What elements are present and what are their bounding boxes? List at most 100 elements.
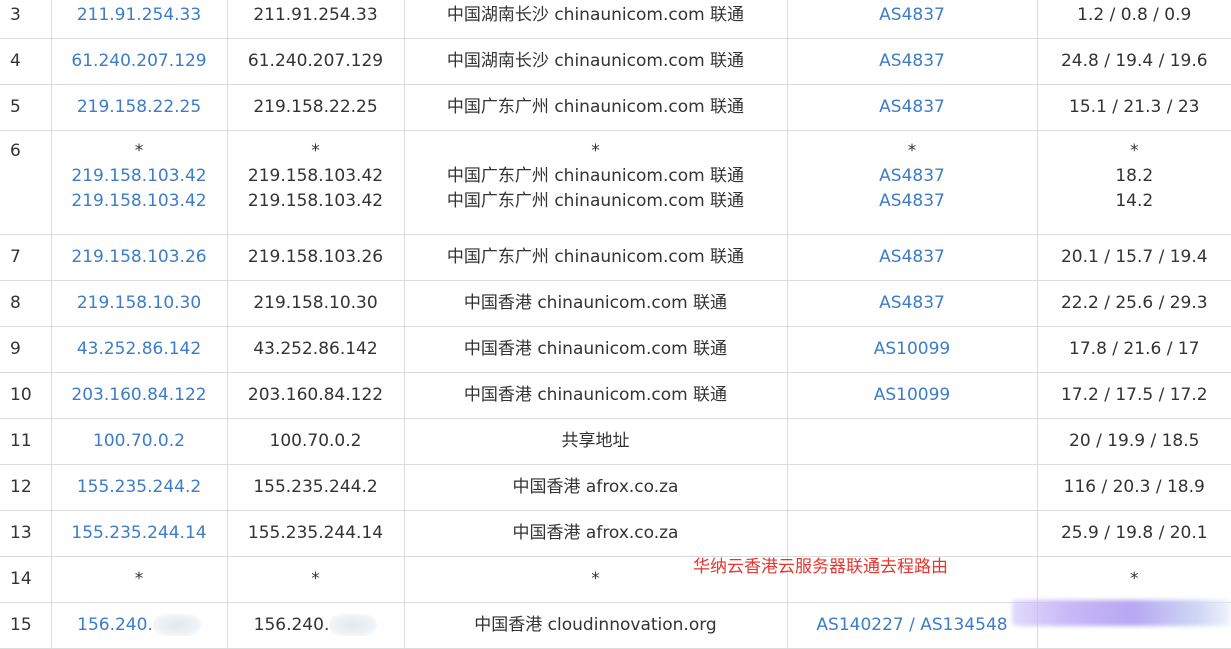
latency-cell: 22.2 / 25.6 / 29.3 <box>1037 281 1231 327</box>
asn-link[interactable]: AS4837 <box>788 164 1037 189</box>
table-row: 12 155.235.244.2 155.235.244.2 中国香港 afro… <box>0 465 1231 511</box>
asn-link[interactable]: AS4837 <box>788 49 1037 74</box>
hop-number: 12 <box>0 465 51 511</box>
hostname: 43.252.86.142 <box>228 337 404 362</box>
latency-cell: * <box>1037 557 1231 603</box>
location-text: 中国广东广州 chinaunicom.com 联通 <box>405 245 787 270</box>
asn-link[interactable]: AS10099 <box>788 383 1037 408</box>
latency-cell: * 18.2 14.2 <box>1037 131 1231 235</box>
ip-cell: 156.240. <box>51 603 227 649</box>
location-cell: 中国香港 afrox.co.za <box>404 511 787 557</box>
location-cell: 中国香港 afrox.co.za <box>404 465 787 511</box>
location-cell: 中国湖南长沙 chinaunicom.com 联通 <box>404 39 787 85</box>
location-cell: 中国香港 cloudinnovation.org <box>404 603 787 649</box>
ip-cell: 100.70.0.2 <box>51 419 227 465</box>
latency-text: 20.1 / 15.7 / 19.4 <box>1038 245 1231 270</box>
redaction-strip <box>1012 600 1231 626</box>
table-row: 5 219.158.22.25 219.158.22.25 中国广东广州 chi… <box>0 85 1231 131</box>
ip-link[interactable]: 155.235.244.2 <box>52 475 227 500</box>
location-text: 中国香港 cloudinnovation.org <box>405 613 787 638</box>
latency-text: 25.9 / 19.8 / 20.1 <box>1038 521 1231 546</box>
asn-link[interactable]: AS10099 <box>788 337 1037 362</box>
ip-timeout: * <box>52 567 227 592</box>
asn-cell <box>787 419 1037 465</box>
latency-text: 24.8 / 19.4 / 19.6 <box>1038 49 1231 74</box>
asn-cell: * AS4837 AS4837 <box>787 131 1037 235</box>
latency-cell: 20.1 / 15.7 / 19.4 <box>1037 235 1231 281</box>
asn-link[interactable]: AS4837 <box>788 245 1037 270</box>
hostname: 100.70.0.2 <box>228 429 404 454</box>
ip-link[interactable]: 219.158.103.42 <box>52 164 227 189</box>
ip-link[interactable]: 219.158.103.42 <box>52 189 227 214</box>
asn-link[interactable]: AS4837 <box>788 3 1037 28</box>
location-text: 中国广东广州 chinaunicom.com 联通 <box>405 164 787 189</box>
latency-text: 116 / 20.3 / 18.9 <box>1038 475 1231 500</box>
asn-cell: AS4837 <box>787 39 1037 85</box>
asn-link[interactable]: AS140227 / AS134548 <box>788 613 1037 638</box>
asn-cell: AS10099 <box>787 373 1037 419</box>
ip-cell: 219.158.22.25 <box>51 85 227 131</box>
hostname: 61.240.207.129 <box>228 49 404 74</box>
location-cell: 中国广东广州 chinaunicom.com 联通 <box>404 85 787 131</box>
traceroute-table: 3 211.91.254.33 211.91.254.33 中国湖南长沙 chi… <box>0 0 1231 649</box>
location-text: 中国香港 chinaunicom.com 联通 <box>405 383 787 408</box>
host-cell: 155.235.244.14 <box>227 511 404 557</box>
location-text: 中国香港 afrox.co.za <box>405 521 787 546</box>
ip-link[interactable]: 219.158.10.30 <box>52 291 227 316</box>
ip-link[interactable]: 211.91.254.33 <box>52 3 227 28</box>
asn-link[interactable]: AS4837 <box>788 189 1037 214</box>
table-row: 8 219.158.10.30 219.158.10.30 中国香港 china… <box>0 281 1231 327</box>
ip-link[interactable]: 156.240. <box>77 615 153 635</box>
host-cell: * 219.158.103.42 219.158.103.42 <box>227 131 404 235</box>
ip-cell: 203.160.84.122 <box>51 373 227 419</box>
table-row: 9 43.252.86.142 43.252.86.142 中国香港 china… <box>0 327 1231 373</box>
ip-cell: 211.91.254.33 <box>51 0 227 39</box>
hostname: 219.158.22.25 <box>228 95 404 120</box>
latency-text: 20 / 19.9 / 18.5 <box>1038 429 1231 454</box>
ip-link[interactable]: 61.240.207.129 <box>52 49 227 74</box>
host-cell: 100.70.0.2 <box>227 419 404 465</box>
hostname: 219.158.103.26 <box>228 245 404 270</box>
host-cell: 211.91.254.33 <box>227 0 404 39</box>
latency-cell: 25.9 / 19.8 / 20.1 <box>1037 511 1231 557</box>
location-cell: 中国香港 chinaunicom.com 联通 <box>404 281 787 327</box>
hostname: 155.235.244.14 <box>228 521 404 546</box>
ip-cell: 155.235.244.14 <box>51 511 227 557</box>
host-cell: 155.235.244.2 <box>227 465 404 511</box>
hop-number: 5 <box>0 85 51 131</box>
ip-link[interactable]: 219.158.22.25 <box>52 95 227 120</box>
ip-cell: * 219.158.103.42 219.158.103.42 <box>51 131 227 235</box>
hostname: 219.158.103.42 <box>228 189 404 214</box>
latency-text: * <box>1038 567 1231 592</box>
traceroute-body: 3 211.91.254.33 211.91.254.33 中国湖南长沙 chi… <box>0 0 1231 649</box>
latency-cell: 1.2 / 0.8 / 0.9 <box>1037 0 1231 39</box>
hostname: 211.91.254.33 <box>228 3 404 28</box>
table-row: 11 100.70.0.2 100.70.0.2 共享地址 20 / 19.9 … <box>0 419 1231 465</box>
table-row: 4 61.240.207.129 61.240.207.129 中国湖南长沙 c… <box>0 39 1231 85</box>
hostname: * <box>228 139 404 164</box>
location-text: 共享地址 <box>405 429 787 454</box>
location-text: 中国湖南长沙 chinaunicom.com 联通 <box>405 49 787 74</box>
latency-text: 15.1 / 21.3 / 23 <box>1038 95 1231 120</box>
hostname: * <box>228 567 404 592</box>
latency-text: 17.8 / 21.6 / 17 <box>1038 337 1231 362</box>
host-cell: 203.160.84.122 <box>227 373 404 419</box>
hostname: 203.160.84.122 <box>228 383 404 408</box>
latency-text: * <box>1038 139 1231 164</box>
redaction-blur <box>329 614 377 636</box>
ip-link[interactable]: 43.252.86.142 <box>52 337 227 362</box>
asn-link[interactable]: AS4837 <box>788 95 1037 120</box>
asn-link[interactable]: AS4837 <box>788 291 1037 316</box>
asn-timeout: * <box>788 139 1037 164</box>
ip-link[interactable]: 203.160.84.122 <box>52 383 227 408</box>
host-cell: 219.158.103.26 <box>227 235 404 281</box>
ip-link[interactable]: 155.235.244.14 <box>52 521 227 546</box>
hop-number: 8 <box>0 281 51 327</box>
asn-cell: AS4837 <box>787 281 1037 327</box>
ip-link[interactable]: 219.158.103.26 <box>52 245 227 270</box>
hop-number: 14 <box>0 557 51 603</box>
ip-cell: 219.158.103.26 <box>51 235 227 281</box>
location-text: * <box>405 139 787 164</box>
table-row: 6 * 219.158.103.42 219.158.103.42 * 219.… <box>0 131 1231 235</box>
ip-link[interactable]: 100.70.0.2 <box>52 429 227 454</box>
